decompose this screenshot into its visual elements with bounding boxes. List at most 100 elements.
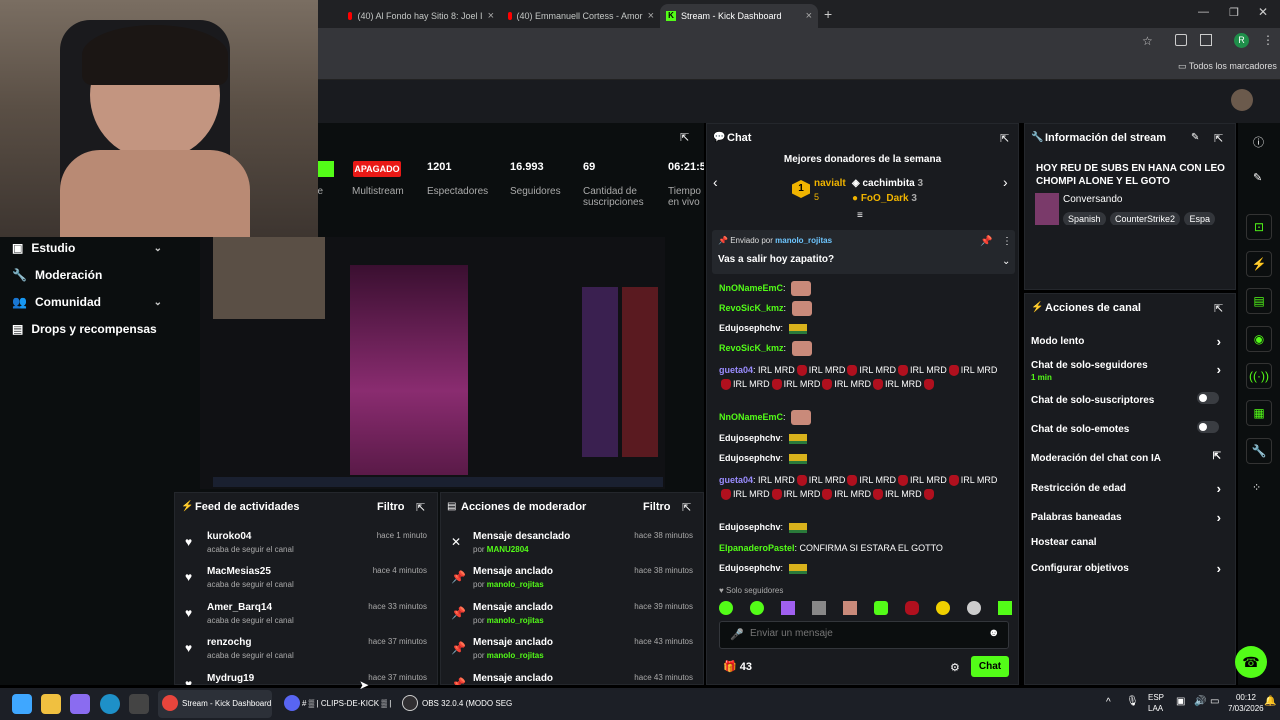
- windows-start-icon[interactable]: [12, 694, 32, 714]
- profile-avatar[interactable]: R: [1234, 33, 1249, 48]
- follower-name[interactable]: renzochg: [207, 637, 251, 648]
- action-banned-words[interactable]: Palabras baneadas ›: [1031, 510, 1225, 525]
- chat-username[interactable]: RevoSicK_kmz: [719, 343, 784, 353]
- info-icon[interactable]: ⓘ: [1253, 134, 1264, 150]
- all-bookmarks[interactable]: ▭ Todos los marcadores: [1178, 61, 1277, 72]
- donor-row[interactable]: ◈ cachimbita 3: [852, 178, 923, 189]
- support-icon[interactable]: ☎: [1235, 646, 1267, 678]
- file-explorer-icon[interactable]: [41, 694, 61, 714]
- follower-name[interactable]: kuroko04: [207, 531, 251, 542]
- more-icon[interactable]: ⋮: [1002, 236, 1012, 247]
- user-avatar[interactable]: [1231, 89, 1253, 111]
- clip-icon[interactable]: ⊡: [1246, 214, 1272, 240]
- maximize-icon[interactable]: ❐: [1229, 6, 1239, 19]
- browser-tab-2[interactable]: (40) Emmanuell Cortess - Amor ×: [502, 4, 660, 28]
- follower-name[interactable]: MacMesias25: [207, 566, 271, 577]
- close-tab-icon[interactable]: ×: [648, 10, 654, 22]
- follower-name[interactable]: Mydrug19: [207, 673, 254, 684]
- emote-icon[interactable]: [905, 601, 919, 615]
- chat-input[interactable]: [750, 628, 970, 639]
- chat-username[interactable]: Edujosephchv: [719, 453, 781, 463]
- action-followers-only[interactable]: Chat de solo-seguidores 1 min ›: [1031, 360, 1225, 382]
- pin-icon[interactable]: 📌: [980, 236, 992, 247]
- action-subscribers-only[interactable]: Chat de solo-suscriptores: [1031, 392, 1225, 406]
- edge-icon[interactable]: [100, 694, 120, 714]
- chat-username[interactable]: Edujosephchv: [719, 522, 781, 532]
- tray-chevron-icon[interactable]: ^: [1106, 697, 1111, 708]
- microphone-icon[interactable]: 🎤: [730, 628, 744, 641]
- pencil-icon[interactable]: ✎: [1253, 171, 1262, 184]
- close-tab-icon[interactable]: ×: [488, 10, 494, 22]
- battery-icon[interactable]: ▭: [1210, 696, 1219, 707]
- emoji-icon[interactable]: ☻: [988, 627, 1000, 639]
- popout-icon[interactable]: ⇱: [1214, 302, 1223, 315]
- follower-name[interactable]: Amer_Barq14: [207, 602, 272, 613]
- store-icon[interactable]: [129, 694, 149, 714]
- close-window-icon[interactable]: ✕: [1258, 5, 1268, 19]
- emote-icon[interactable]: [812, 601, 826, 615]
- popout-icon[interactable]: ⇱: [682, 501, 691, 514]
- language-indicator[interactable]: ESP LAA: [1148, 692, 1164, 714]
- copilot-icon[interactable]: [70, 694, 90, 714]
- filter-button[interactable]: Filtro: [643, 501, 671, 513]
- emote-icon[interactable]: [967, 601, 981, 615]
- chevron-right-icon[interactable]: ›: [1003, 174, 1008, 190]
- tag[interactable]: CounterStrike2: [1109, 212, 1181, 225]
- close-tab-icon[interactable]: ×: [806, 10, 812, 22]
- bolt-icon[interactable]: ⚡: [1246, 251, 1272, 277]
- broadcast-icon[interactable]: ((·)): [1246, 363, 1272, 389]
- chat-username[interactable]: Edujosephchv: [719, 433, 781, 443]
- minimize-icon[interactable]: —: [1198, 6, 1209, 18]
- moderator-name[interactable]: manolo_rojitas: [487, 616, 544, 625]
- sidebar-item-comunidad[interactable]: 👥 Comunidad ⌄: [12, 295, 162, 309]
- emote-icon[interactable]: [781, 601, 795, 615]
- tag[interactable]: Spanish: [1063, 212, 1106, 225]
- chat-username[interactable]: NnONameEmC: [719, 283, 783, 293]
- emote-icon[interactable]: [998, 601, 1012, 615]
- filter-icon[interactable]: ≡: [857, 210, 863, 221]
- action-host-channel[interactable]: Hostear canal: [1031, 537, 1225, 548]
- action-age-restriction[interactable]: Restricción de edad ›: [1031, 481, 1225, 496]
- popout-icon[interactable]: ⇱: [1214, 132, 1223, 145]
- chat-username[interactable]: ElpanaderoPastel: [719, 543, 795, 553]
- microphone-icon[interactable]: 🎙: [1126, 696, 1139, 707]
- settings-icon[interactable]: ⚙: [950, 661, 960, 674]
- edit-icon[interactable]: ✎: [1191, 132, 1199, 143]
- emote-icon[interactable]: [874, 601, 888, 615]
- pinned-user[interactable]: manolo_rojitas: [775, 236, 832, 245]
- layout-icon[interactable]: ▦: [1246, 400, 1272, 426]
- chat-username[interactable]: RevoSicK_kmz: [719, 303, 784, 313]
- emote-icon[interactable]: [750, 601, 764, 615]
- action-slow-mode[interactable]: Modo lento ›: [1031, 334, 1225, 349]
- taskbar-discord[interactable]: # ▒ | CLIPS-DE-KICK ▒ |: [280, 690, 391, 718]
- volume-icon[interactable]: 🔊: [1194, 696, 1206, 707]
- puzzle-icon[interactable]: [1200, 34, 1212, 46]
- browser-tab-3[interactable]: K Stream - Kick Dashboard ×: [660, 4, 818, 28]
- emote-icon[interactable]: [936, 601, 950, 615]
- browser-tab-1[interactable]: (40) Al Fondo hay Sitio 8: Joel I ×: [342, 4, 500, 28]
- stream-preview[interactable]: [200, 237, 665, 489]
- bookmark-star-icon[interactable]: ☆: [1142, 34, 1153, 48]
- category-name[interactable]: Conversando: [1063, 194, 1122, 205]
- extension-icon[interactable]: [1175, 34, 1187, 46]
- document-icon[interactable]: ▤: [1246, 288, 1272, 314]
- sidebar-item-estudio[interactable]: ▣ Estudio ⌄: [12, 241, 162, 255]
- action-ai-moderation[interactable]: Moderación del chat con IA ⇱: [1031, 451, 1225, 464]
- donor-name[interactable]: navialt: [814, 178, 846, 189]
- toggle-switch[interactable]: [1197, 392, 1219, 404]
- chat-username[interactable]: gueta04: [719, 475, 753, 485]
- chat-username[interactable]: NnONameEmC: [719, 412, 783, 422]
- tag[interactable]: Espa: [1184, 212, 1215, 225]
- moderator-name[interactable]: manolo_rojitas: [487, 580, 544, 589]
- wrench-icon[interactable]: 🔧: [1246, 438, 1272, 464]
- notifications-icon[interactable]: 🔔: [1264, 696, 1276, 707]
- action-goals[interactable]: Configurar objetivos ›: [1031, 561, 1225, 576]
- sidebar-item-moderacion[interactable]: 🔧 Moderación: [12, 268, 162, 282]
- emote-icon[interactable]: [843, 601, 857, 615]
- sidebar-item-drops[interactable]: ▤ Drops y recompensas: [12, 322, 162, 336]
- emote-icon[interactable]: [719, 601, 733, 615]
- popout-icon[interactable]: ⇱: [1000, 132, 1009, 145]
- popout-icon[interactable]: ⇱: [416, 501, 425, 514]
- channel-points[interactable]: 🎁 43: [723, 660, 752, 673]
- chat-username[interactable]: Edujosephchv: [719, 563, 781, 573]
